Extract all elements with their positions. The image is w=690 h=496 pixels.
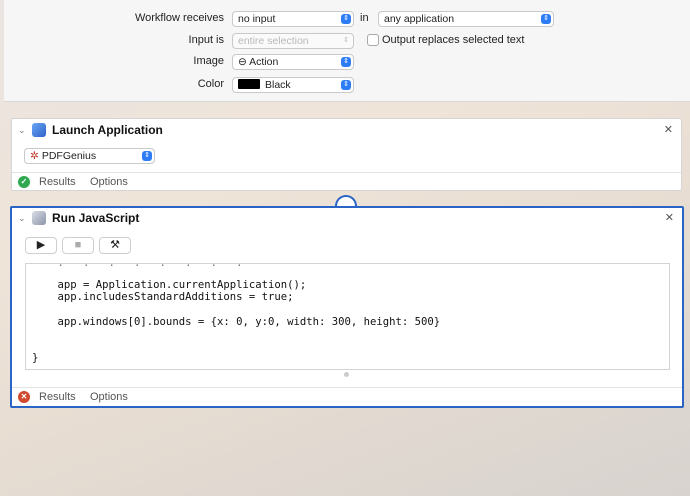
code-line: app = Application.currentApplication();	[32, 279, 307, 291]
application-value: any application	[384, 13, 455, 25]
run-javascript-title: Run JavaScript	[52, 211, 140, 225]
compile-button[interactable]: ⚒	[99, 237, 131, 254]
launch-application-title: Launch Application	[52, 123, 163, 137]
finder-icon	[32, 123, 46, 137]
code-line: app.windows[0].bounds = {x: 0, y:0, widt…	[32, 316, 441, 328]
input-is-value: entire selection	[238, 35, 309, 47]
launch-application-footer: ✓ Results Options	[12, 172, 681, 190]
select-stepper-icon: ⇕	[541, 14, 551, 24]
launch-application-action[interactable]: ⌄ Launch Application ✕ ✲ PDFGenius ⇕ ✓ Re…	[11, 118, 682, 191]
input-is-label: Input is	[188, 34, 224, 46]
options-tab[interactable]: Options	[90, 391, 128, 403]
run-javascript-action[interactable]: ⌄ Run JavaScript ✕ ▶ ■ ⚒ . . . . . . . .…	[10, 206, 684, 408]
select-stepper-icon: ⇕	[343, 37, 349, 44]
select-stepper-icon: ⇕	[142, 151, 152, 161]
code-line: app.includesStandardAdditions = true;	[32, 291, 294, 303]
input-is-select[interactable]: entire selection ⇕	[232, 33, 354, 49]
stop-button[interactable]: ■	[62, 237, 94, 254]
application-picker-value: PDFGenius	[41, 150, 97, 162]
success-check-icon: ✓	[18, 176, 30, 188]
script-editor-icon	[32, 211, 46, 225]
in-label: in	[360, 12, 369, 24]
collapse-chevron-icon[interactable]: ⌄	[18, 213, 26, 224]
workflow-settings-panel: Workflow receives no input ⇕ in any appl…	[4, 0, 690, 102]
collapse-chevron-icon[interactable]: ⌄	[18, 125, 26, 136]
image-select[interactable]: ⊖ Action ⇕	[232, 54, 354, 70]
image-value: ⊖ Action	[238, 56, 279, 68]
workflow-receives-value: no input	[238, 13, 276, 25]
results-tab[interactable]: Results	[39, 176, 76, 188]
options-tab[interactable]: Options	[90, 176, 128, 188]
close-icon[interactable]: ✕	[665, 211, 674, 224]
application-picker[interactable]: ✲ PDFGenius ⇕	[24, 148, 155, 164]
workflow-receives-select[interactable]: no input ⇕	[232, 11, 354, 27]
play-icon: ▶	[36, 239, 46, 251]
run-button[interactable]: ▶	[25, 237, 57, 254]
color-value: Black	[265, 79, 291, 91]
workflow-receives-label: Workflow receives	[134, 12, 224, 24]
error-x-icon: ✕	[18, 391, 30, 403]
application-select[interactable]: any application ⇕	[378, 11, 554, 27]
results-tab[interactable]: Results	[39, 391, 76, 403]
hammer-icon: ⚒	[110, 239, 120, 251]
resize-handle[interactable]	[344, 372, 349, 377]
output-replaces-checkbox[interactable]	[367, 34, 379, 46]
output-replaces-label: Output replaces selected text	[382, 34, 525, 46]
pdfgenius-app-icon: ✲	[30, 150, 39, 162]
script-editor[interactable]: . . . . . . . . app = Application.curren…	[25, 263, 670, 370]
stop-icon: ■	[74, 239, 82, 251]
code-line: }	[32, 352, 39, 364]
run-javascript-footer: ✕ Results Options	[12, 387, 682, 405]
color-swatch	[238, 79, 260, 89]
select-stepper-icon: ⇕	[341, 14, 351, 24]
select-stepper-icon: ⇕	[341, 57, 351, 67]
select-stepper-icon: ⇕	[341, 80, 351, 90]
image-label: Image	[193, 55, 224, 67]
color-label: Color	[197, 78, 224, 90]
code-line-clipped: . . . . . . . .	[32, 263, 243, 269]
color-select[interactable]: Black ⇕	[232, 77, 354, 93]
close-icon[interactable]: ✕	[664, 123, 673, 136]
